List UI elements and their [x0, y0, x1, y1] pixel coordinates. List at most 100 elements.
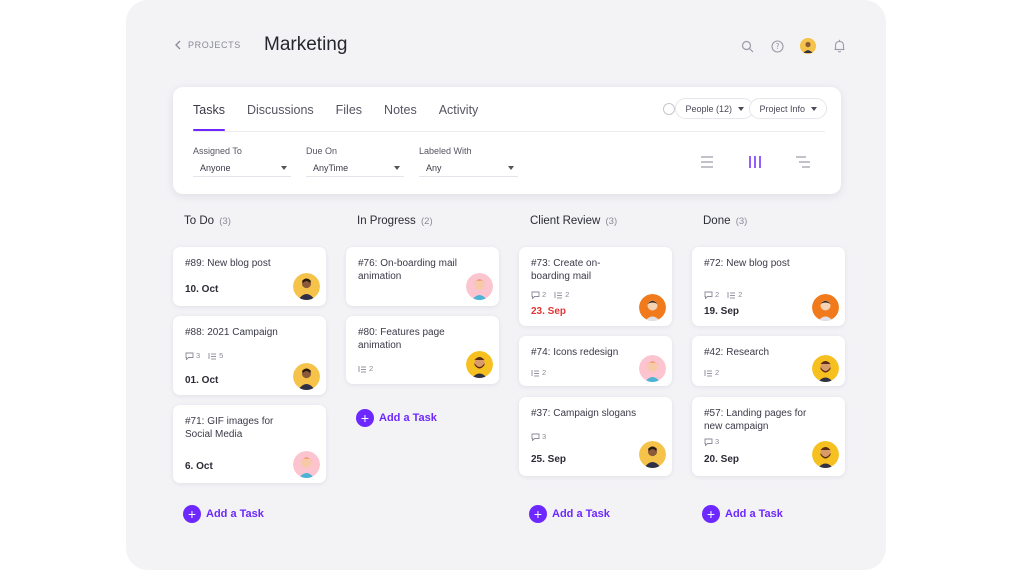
- task-card[interactable]: #88: 2021 Campaign 3 5 01. Oct: [173, 316, 326, 395]
- back-to-projects-link[interactable]: PROJECTS: [174, 40, 241, 50]
- back-link-label: PROJECTS: [188, 40, 241, 50]
- task-meta: 2 2: [531, 290, 569, 299]
- view-switcher: [699, 155, 811, 169]
- assignee-avatar: [812, 294, 839, 321]
- task-title: #71: GIF images for Social Media: [185, 416, 274, 440]
- filter-label: Assigned To: [193, 146, 242, 156]
- tab-notes[interactable]: Notes: [384, 103, 417, 131]
- add-task-label: Add a Task: [206, 508, 264, 520]
- caret-down-icon: [811, 106, 817, 111]
- tab-divider: [193, 131, 825, 132]
- add-task-button[interactable]: + Add a Task: [702, 505, 783, 523]
- assigned-to-select[interactable]: Anyone: [193, 160, 291, 177]
- task-card[interactable]: #76: On-boarding mail animation: [346, 247, 499, 306]
- plus-icon: +: [529, 505, 547, 523]
- task-card[interactable]: #73: Create on-boarding mail 2 2 23. Sep: [519, 247, 672, 326]
- assignee-avatar: [639, 355, 666, 382]
- subtask-count: 2: [531, 368, 546, 377]
- task-card[interactable]: #57: Landing pages for new campaign 3 20…: [692, 397, 845, 476]
- task-card[interactable]: #89: New blog post 10. Oct: [173, 247, 326, 306]
- column-title: To Do: [184, 215, 215, 227]
- tab-activity[interactable]: Activity: [439, 103, 479, 131]
- board-view-icon[interactable]: [747, 155, 763, 169]
- filter-assigned-to: Assigned To Anyone: [193, 146, 291, 177]
- task-title: #80: Features page animation: [358, 327, 445, 351]
- comment-count: 3: [704, 437, 719, 446]
- comment-count-value: 3: [715, 437, 720, 446]
- plus-icon: +: [356, 409, 374, 427]
- subtask-count-value: 2: [715, 368, 720, 377]
- project-info-dropdown[interactable]: Project Info: [749, 98, 827, 119]
- task-title: #89: New blog post: [185, 258, 271, 269]
- filter-due-on: Due On AnyTime: [306, 146, 404, 177]
- column-count: (2): [421, 216, 433, 227]
- task-due-date: 01. Oct: [185, 375, 219, 386]
- user-avatar[interactable]: [800, 38, 816, 54]
- column-done: Done (3) #72: New blog post 2 2 19. Sep …: [692, 215, 845, 523]
- tab-discussions[interactable]: Discussions: [247, 103, 314, 131]
- column-header: Done (3): [703, 215, 845, 235]
- assignee-avatar: [639, 441, 666, 468]
- task-title: #57: Landing pages for new campaign: [704, 408, 807, 432]
- labeled-with-select[interactable]: Any: [419, 160, 518, 177]
- task-card[interactable]: #80: Features page animation 2: [346, 316, 499, 384]
- plus-icon: +: [183, 505, 201, 523]
- subtask-icon: [358, 365, 366, 372]
- task-title: #76: On-boarding mail animation: [358, 258, 457, 282]
- task-meta: 2: [531, 368, 546, 377]
- task-card[interactable]: #72: New blog post 2 2 19. Sep: [692, 247, 845, 326]
- assignee-avatar: [812, 355, 839, 382]
- assignee-avatar: [293, 451, 320, 478]
- bell-icon[interactable]: [832, 39, 846, 53]
- tab-tasks[interactable]: Tasks: [193, 103, 225, 131]
- add-task-button[interactable]: + Add a Task: [356, 409, 437, 427]
- subtask-count: 2: [554, 290, 569, 299]
- add-task-button[interactable]: + Add a Task: [183, 505, 264, 523]
- column-header: In Progress (2): [357, 215, 499, 235]
- comment-icon: [185, 352, 194, 360]
- add-task-label: Add a Task: [552, 508, 610, 520]
- plus-icon: +: [702, 505, 720, 523]
- clock-icon[interactable]: [663, 103, 675, 115]
- due-on-select[interactable]: AnyTime: [306, 160, 404, 177]
- task-card[interactable]: #71: GIF images for Social Media 6. Oct: [173, 405, 326, 483]
- column-count: (3): [735, 216, 748, 227]
- task-due-date: 6. Oct: [185, 461, 213, 472]
- column-in-progress: In Progress (2) #76: On-boarding mail an…: [346, 215, 499, 427]
- select-value: AnyTime: [313, 163, 349, 173]
- assignee-avatar: [812, 441, 839, 468]
- subtask-count-value: 2: [738, 290, 743, 299]
- column-count: (3): [219, 216, 231, 227]
- svg-text:?: ?: [775, 42, 779, 51]
- subtask-icon: [208, 352, 217, 359]
- task-meta: 2: [358, 364, 373, 373]
- add-task-button[interactable]: + Add a Task: [529, 505, 610, 523]
- help-icon[interactable]: ?: [770, 39, 784, 53]
- subtask-count: 5: [208, 351, 223, 360]
- task-meta: 3: [531, 432, 546, 441]
- column-title: Done: [703, 215, 731, 227]
- task-title: #73: Create on-boarding mail: [531, 258, 601, 282]
- task-due-date-overdue: 23. Sep: [531, 306, 567, 317]
- column-header: To Do (3): [184, 215, 326, 235]
- filter-label: Due On: [306, 146, 338, 156]
- task-card[interactable]: #74: Icons redesign 2: [519, 336, 672, 386]
- comment-icon: [531, 433, 540, 441]
- tab-files[interactable]: Files: [336, 103, 362, 131]
- search-icon[interactable]: [740, 39, 754, 53]
- column-title: In Progress: [357, 215, 416, 227]
- people-dropdown[interactable]: People (12): [675, 98, 754, 119]
- task-due-date: 19. Sep: [704, 306, 740, 317]
- chevron-left-icon: [175, 40, 181, 50]
- subtask-count: 2: [704, 368, 719, 377]
- column-to-do: To Do (3) #89: New blog post 10. Oct #88…: [173, 215, 326, 523]
- task-card[interactable]: #37: Campaign slogans 3 25. Sep: [519, 397, 672, 476]
- page-title: Marketing: [264, 34, 348, 55]
- caret-down-icon: [738, 106, 744, 111]
- select-value: Any: [426, 163, 442, 173]
- list-view-icon[interactable]: [699, 155, 715, 169]
- task-card[interactable]: #42: Research 2: [692, 336, 845, 386]
- task-meta: 3: [704, 437, 719, 446]
- caret-down-icon: [394, 166, 400, 170]
- timeline-view-icon[interactable]: [795, 155, 811, 169]
